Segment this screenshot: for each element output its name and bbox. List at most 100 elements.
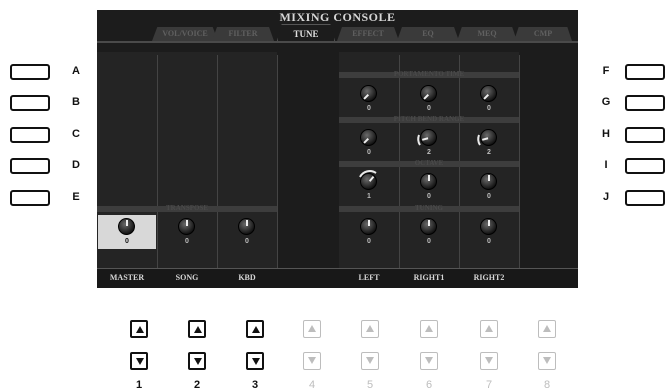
down-arrow-icon: [252, 358, 260, 365]
down-arrow-icon: [425, 357, 433, 364]
column-number-7: 7: [485, 379, 493, 391]
transpose-song-knob[interactable]: 0: [158, 215, 216, 249]
knob-icon: [118, 218, 135, 235]
tab-underline: [97, 41, 578, 43]
knob-icon: [360, 173, 377, 190]
down-button-3[interactable]: [246, 352, 264, 370]
knob-icon: [480, 218, 497, 235]
down-arrow-icon: [308, 357, 316, 364]
column-number-6: 6: [425, 379, 433, 391]
column-number-8: 8: [543, 379, 551, 391]
column-label-strip: MASTER SONG KBD LEFT RIGHT1 RIGHT2: [97, 268, 578, 288]
side-label-d: D: [72, 159, 80, 171]
tab-meq[interactable]: MEQ: [457, 27, 517, 41]
tuning-right2-knob[interactable]: 0: [460, 215, 518, 249]
side-label-g: G: [601, 96, 611, 108]
side-button-f[interactable]: [625, 64, 665, 80]
up-button-4[interactable]: [303, 320, 321, 338]
up-button-2[interactable]: [188, 320, 206, 338]
side-button-i[interactable]: [625, 158, 665, 174]
down-arrow-icon: [366, 357, 374, 364]
knob-icon: [238, 218, 255, 235]
side-button-d[interactable]: [10, 158, 50, 174]
column-number-3: 3: [251, 379, 259, 391]
side-label-e: E: [72, 191, 80, 203]
up-arrow-icon: [194, 326, 202, 333]
tab-bar: VOL/VOICE FILTER TUNE EFFECT EQ MEQ CMP: [152, 24, 574, 42]
transpose-kbd-knob[interactable]: 0: [218, 215, 276, 249]
column-label-master: MASTER: [109, 273, 145, 282]
side-label-b: B: [72, 96, 80, 108]
up-arrow-icon: [136, 326, 144, 333]
up-button-7[interactable]: [480, 320, 498, 338]
portamento-right1-knob[interactable]: 0: [400, 82, 458, 116]
knob-icon: [480, 85, 497, 102]
up-arrow-icon: [543, 325, 551, 332]
side-label-i: I: [604, 159, 608, 171]
down-arrow-icon: [485, 357, 493, 364]
up-button-6[interactable]: [420, 320, 438, 338]
octave-right1-knob[interactable]: 0: [400, 170, 458, 204]
tuning-left-knob[interactable]: 0: [340, 215, 398, 249]
down-button-8[interactable]: [538, 352, 556, 370]
tab-cmp[interactable]: CMP: [514, 27, 572, 41]
tuning-right1-knob[interactable]: 0: [400, 215, 458, 249]
transpose-master-knob[interactable]: 0: [98, 215, 156, 249]
up-button-1[interactable]: [130, 320, 148, 338]
side-button-b[interactable]: [10, 95, 50, 111]
column-number-5: 5: [366, 379, 374, 391]
portamento-left-knob[interactable]: 0: [340, 82, 398, 116]
column-divider: [277, 55, 278, 268]
octave-label: OCTAVE: [414, 159, 444, 167]
down-button-1[interactable]: [130, 352, 148, 370]
knob-icon: [420, 173, 437, 190]
up-arrow-icon: [252, 326, 260, 333]
down-button-4[interactable]: [303, 352, 321, 370]
down-arrow-icon: [136, 358, 144, 365]
side-label-c: C: [72, 128, 80, 140]
column-divider: [519, 55, 520, 268]
screen-title: MIXING CONSOLE: [279, 10, 396, 24]
up-button-8[interactable]: [538, 320, 556, 338]
side-label-f: F: [602, 65, 610, 77]
down-button-6[interactable]: [420, 352, 438, 370]
side-button-h[interactable]: [625, 127, 665, 143]
tab-tune[interactable]: TUNE: [277, 24, 335, 41]
tab-effect[interactable]: EFFECT: [337, 27, 399, 41]
up-button-5[interactable]: [361, 320, 379, 338]
pitch-bend-left-knob[interactable]: 0: [340, 126, 398, 160]
side-button-g[interactable]: [625, 95, 665, 111]
side-button-a[interactable]: [10, 64, 50, 80]
knob-icon: [420, 129, 437, 146]
down-arrow-icon: [543, 357, 551, 364]
side-button-c[interactable]: [10, 127, 50, 143]
pitch-bend-range-label: PITCH BEND RANGE: [393, 115, 465, 123]
up-arrow-icon: [308, 325, 316, 332]
tab-vol-voice[interactable]: VOL/VOICE: [152, 27, 218, 41]
tab-eq[interactable]: EQ: [397, 27, 459, 41]
portamento-right2-knob[interactable]: 0: [460, 82, 518, 116]
column-number-2: 2: [193, 379, 201, 391]
knob-icon: [480, 173, 497, 190]
knob-icon: [360, 85, 377, 102]
column-number-1: 1: [135, 379, 143, 391]
down-button-5[interactable]: [361, 352, 379, 370]
column-number-4: 4: [308, 379, 316, 391]
down-button-2[interactable]: [188, 352, 206, 370]
pitch-bend-right2-knob[interactable]: 2: [460, 126, 518, 160]
up-button-3[interactable]: [246, 320, 264, 338]
knob-icon: [420, 218, 437, 235]
octave-right2-knob[interactable]: 0: [460, 170, 518, 204]
tab-filter[interactable]: FILTER: [212, 27, 274, 41]
tuning-label: TUNING: [414, 204, 443, 212]
knob-icon: [360, 218, 377, 235]
pitch-bend-right1-knob[interactable]: 2: [400, 126, 458, 160]
down-button-7[interactable]: [480, 352, 498, 370]
portamento-time-label: PORTAMENTO TIME: [393, 70, 465, 78]
side-button-j[interactable]: [625, 190, 665, 206]
octave-left-knob[interactable]: 1: [340, 170, 398, 204]
side-label-a: A: [72, 65, 80, 77]
up-arrow-icon: [425, 325, 433, 332]
up-arrow-icon: [366, 325, 374, 332]
side-button-e[interactable]: [10, 190, 50, 206]
